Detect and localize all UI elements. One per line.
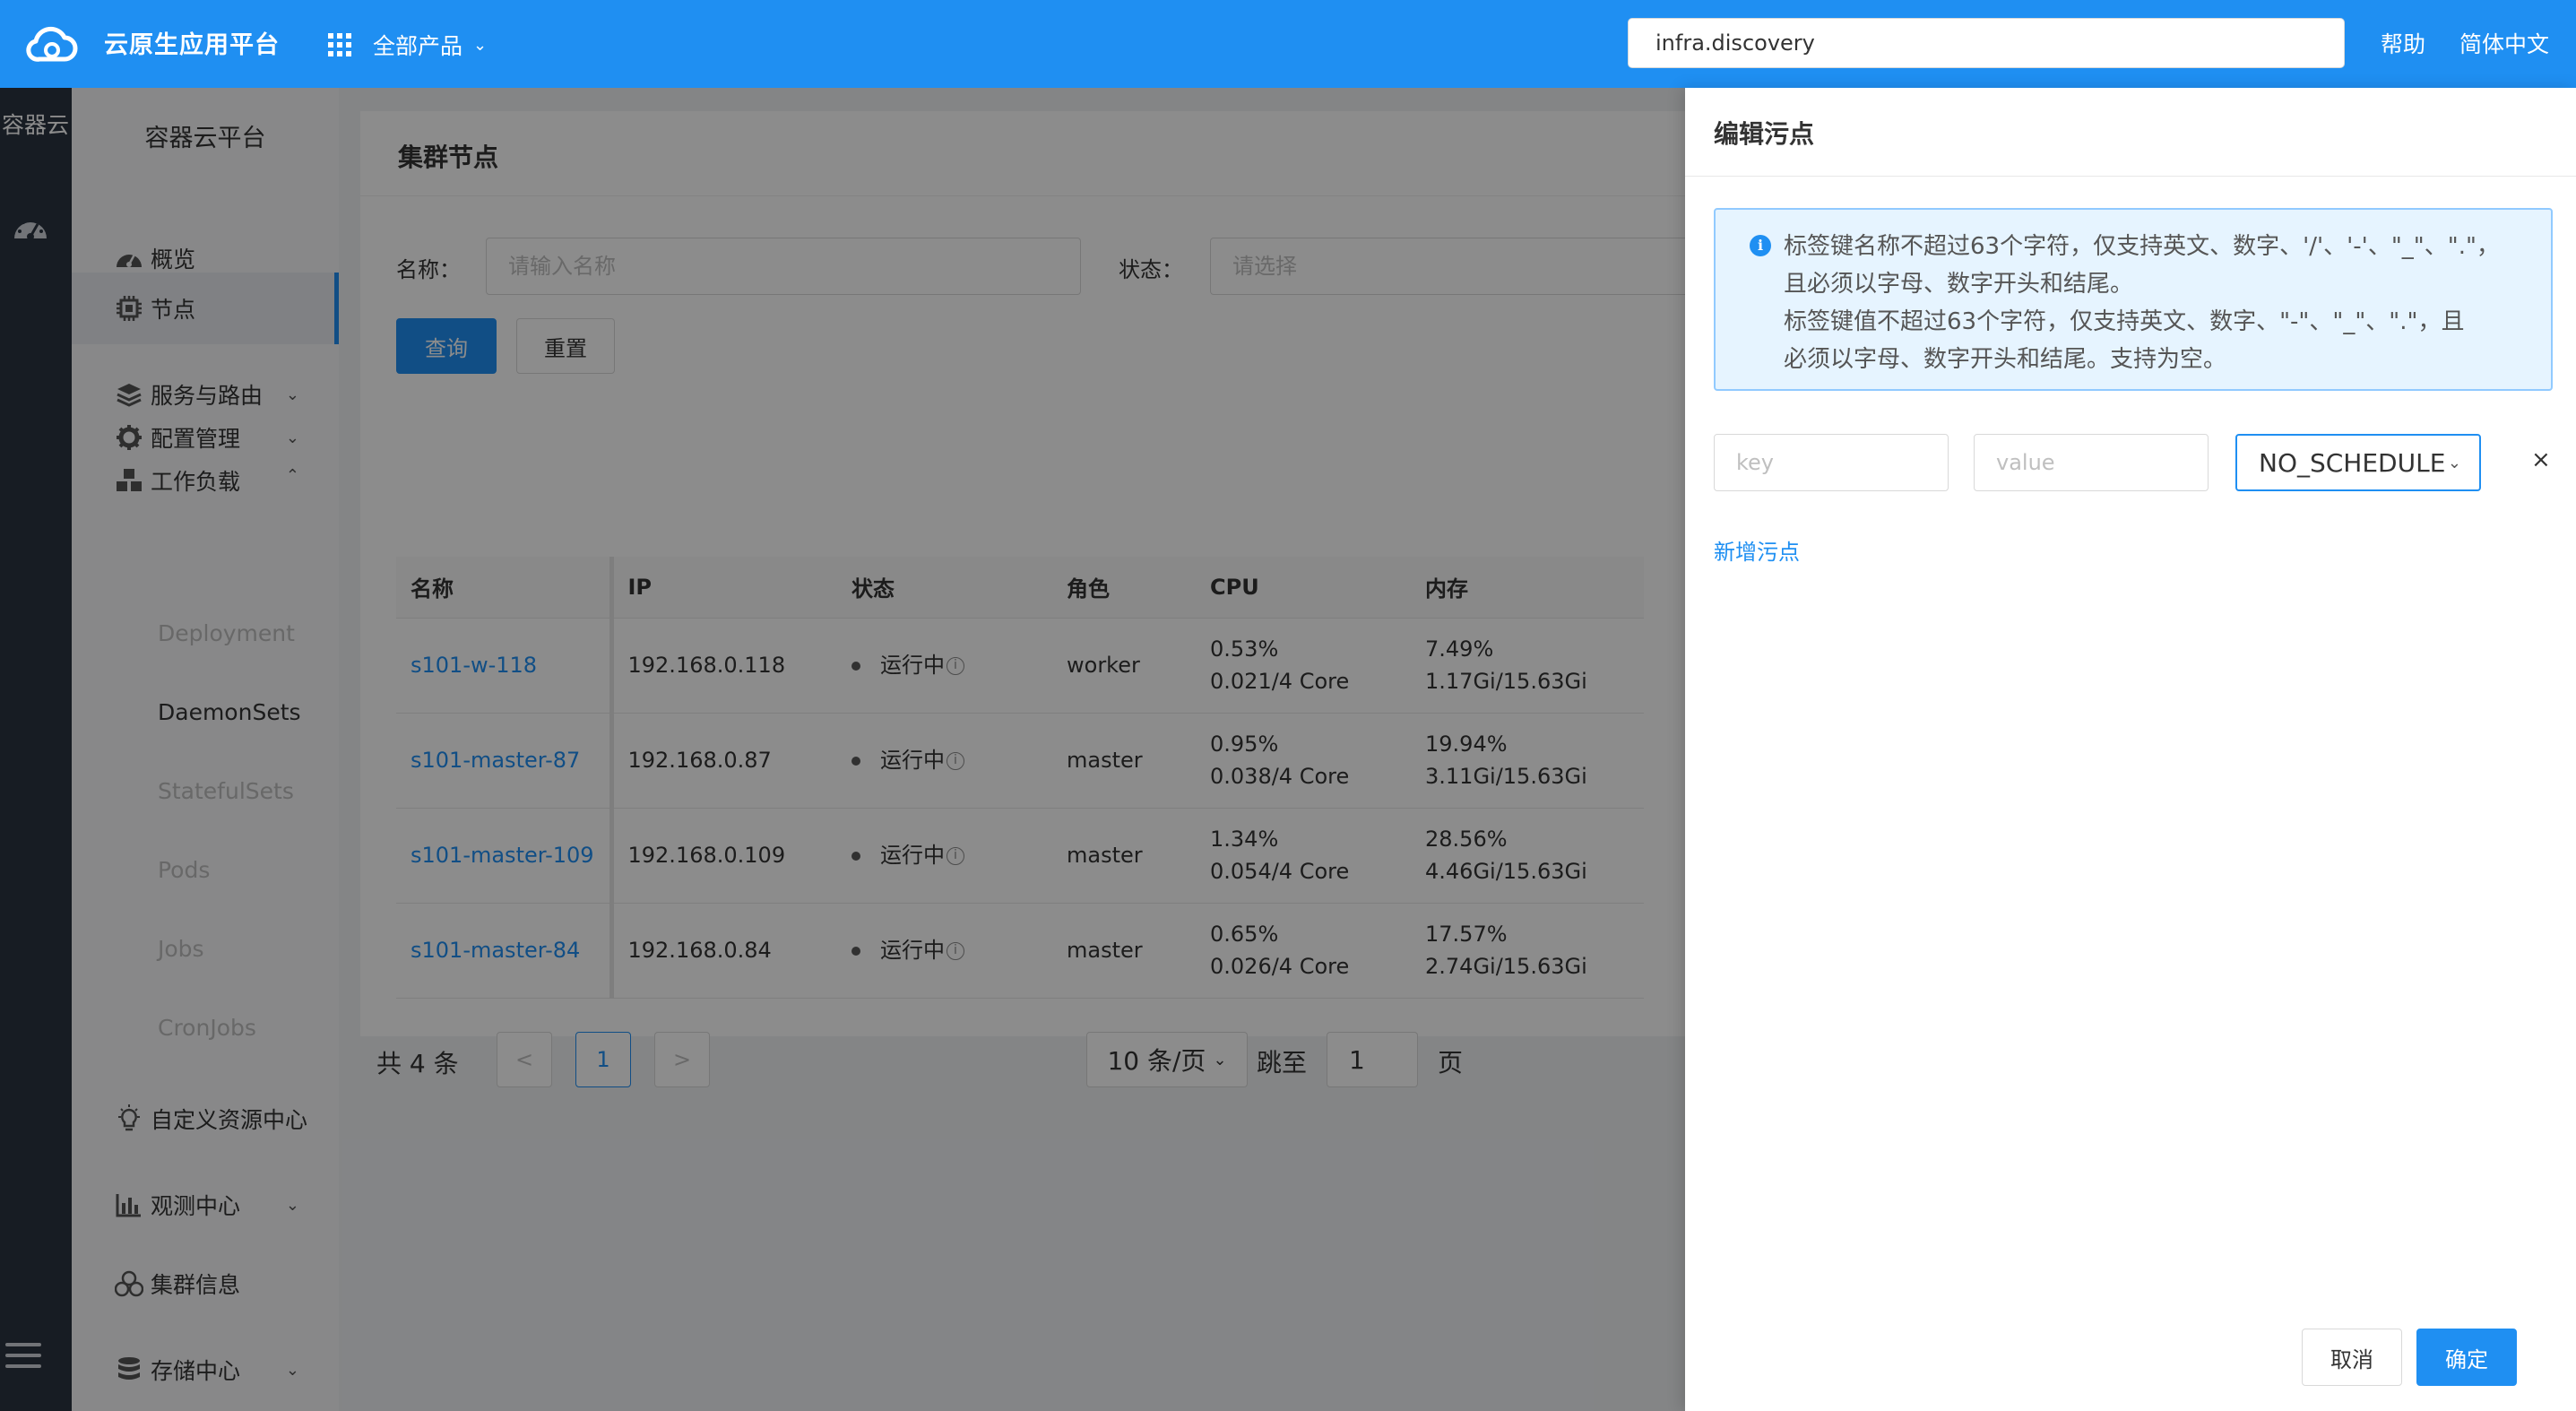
taint-effect-select[interactable]: NO_SCHEDULE ⌄	[2235, 434, 2481, 491]
top-bar: 云原生应用平台 全部产品 ⌄ 帮助 简体中文	[0, 0, 2576, 88]
cloud-logo-icon[interactable]	[23, 22, 81, 66]
chevron-down-icon: ⌄	[473, 35, 488, 55]
info-icon: i	[1750, 235, 1771, 256]
taint-value-input[interactable]	[1974, 434, 2209, 491]
info-text-line: 标签键值不超过63个字符，仅支持英文、数字、"-"、"_"、"."，且	[1784, 308, 2465, 335]
drawer-mask[interactable]	[0, 88, 1685, 1411]
taint-effect-value: NO_SCHEDULE	[2259, 447, 2446, 478]
edit-taint-drawer: 编辑污点 i 标签键名称不超过63个字符，仅支持英文、数字、'/'、'-'、"_…	[1685, 88, 2576, 1411]
taint-key-input[interactable]	[1714, 434, 1949, 491]
apps-grid-icon	[328, 33, 351, 56]
remove-taint-icon[interactable]: ×	[2531, 446, 2551, 473]
chevron-down-icon: ⌄	[2447, 453, 2461, 472]
info-text-line: 标签键名称不超过63个字符，仅支持英文、数字、'/'、'-'、"_"、"."，	[1784, 233, 2500, 260]
platform-name[interactable]: 云原生应用平台	[104, 25, 280, 60]
all-products-menu[interactable]: 全部产品 ⌄	[328, 27, 487, 63]
cancel-button[interactable]: 取消	[2302, 1329, 2402, 1386]
info-text-line: 且必须以字母、数字开头和结尾。	[1784, 271, 2134, 298]
divider	[1685, 176, 2576, 177]
all-products-label: 全部产品	[373, 33, 463, 59]
drawer-title: 编辑污点	[1714, 119, 1815, 149]
language-switch[interactable]: 简体中文	[2459, 27, 2549, 59]
confirm-button[interactable]: 确定	[2416, 1329, 2517, 1386]
global-search-input[interactable]	[1628, 18, 2345, 68]
info-text-line: 必须以字母、数字开头和结尾。支持为空。	[1784, 346, 2227, 373]
info-alert: i 标签键名称不超过63个字符，仅支持英文、数字、'/'、'-'、"_"、"."…	[1714, 208, 2553, 391]
help-link[interactable]: 帮助	[2381, 27, 2425, 59]
add-taint-link[interactable]: 新增污点	[1714, 534, 1800, 566]
